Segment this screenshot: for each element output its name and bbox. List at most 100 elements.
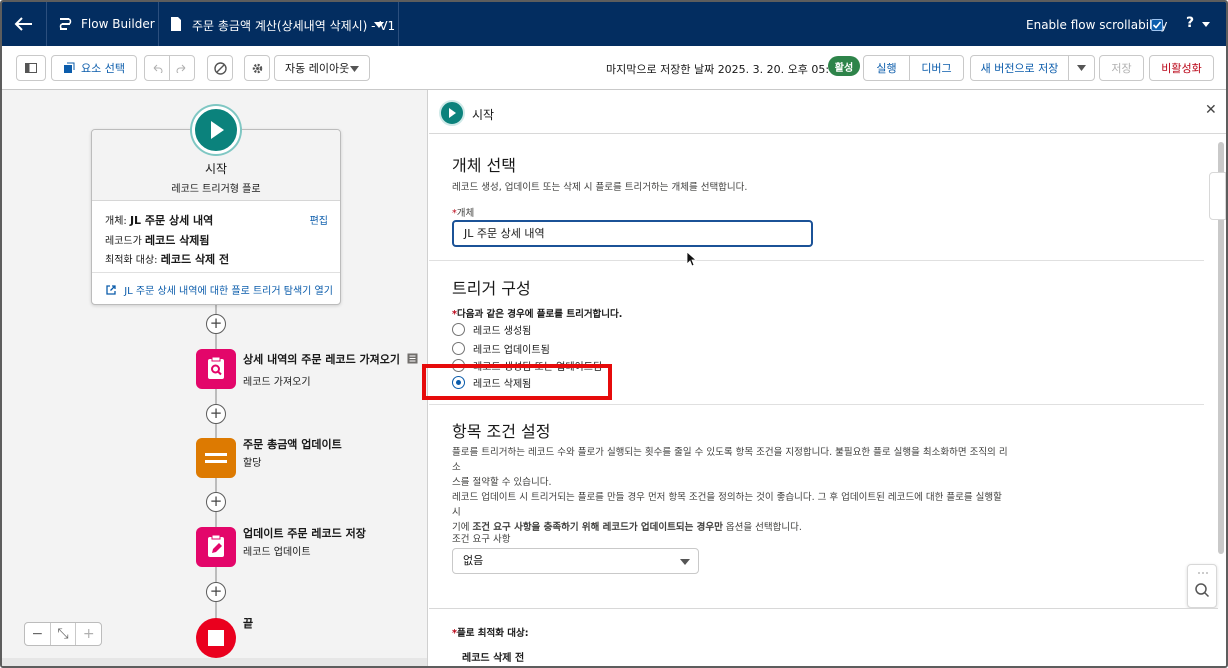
object-section-heading: 개체 선택 — [452, 156, 516, 175]
back-arrow-icon[interactable] — [12, 15, 34, 33]
check-icon — [1152, 21, 1162, 29]
update-records-node[interactable] — [196, 527, 236, 567]
description-icon — [407, 353, 418, 364]
redo-button[interactable] — [169, 55, 195, 81]
chevron-down-icon[interactable] — [374, 22, 384, 28]
node-title: 주문 총금액 업데이트 — [243, 438, 342, 451]
entry-section-description-2: 레코드 업데이트 시 트리거되는 플로를 만들 경우 먼저 항목 조건을 정의하… — [452, 490, 1012, 535]
highlight-box — [422, 364, 612, 400]
radio-record-created[interactable]: 레코드 생성됨 — [452, 322, 531, 337]
record-label: 레코드가 — [105, 236, 142, 247]
optimize-section: *플로 최적화 대상: 레코드 삭제 전 — [429, 608, 1218, 666]
debug-button[interactable]: 디버그 — [909, 55, 964, 81]
stop-icon — [208, 630, 224, 646]
trigger-section-heading: 트리거 구성 — [452, 279, 531, 298]
assignment-node-label: 주문 총금액 업데이트 할당 — [243, 436, 342, 469]
assignment-node[interactable] — [196, 438, 236, 478]
save-as-new-version-button[interactable]: 새 버전으로 저장 — [970, 55, 1069, 81]
zoom-out-button[interactable]: − — [25, 623, 51, 645]
play-icon — [449, 108, 456, 118]
start-card-subtitle: 레코드 트리거형 플로 — [171, 184, 261, 195]
app-name: Flow Builder — [81, 17, 155, 31]
optimize-label: *플로 최적화 대상: — [452, 628, 529, 639]
add-element-button[interactable]: + — [206, 314, 226, 334]
start-node-icon[interactable] — [192, 106, 240, 154]
node-type: 할당 — [243, 458, 262, 469]
fit-view-button[interactable]: ⤡ — [51, 623, 77, 645]
select-icon — [64, 62, 75, 73]
flow-icon — [59, 18, 72, 30]
get-records-node-label: 상세 내역의 주문 레코드 가져오기 레코드 가져오기 — [243, 351, 418, 388]
trigger-explorer-link[interactable]: JL 주문 상세 내역에 대한 플로 트리거 탐색기 열기 — [106, 282, 333, 297]
document-icon — [171, 17, 181, 31]
trigger-explorer-link-label: JL 주문 상세 내역에 대한 플로 트리거 탐색기 열기 — [124, 286, 333, 297]
settings-button[interactable] — [244, 55, 270, 81]
object-section-description: 레코드 생성, 업데이트 또는 삭제 시 플로를 트리거하는 개체를 선택합니다… — [452, 182, 748, 193]
edit-link[interactable]: 편집 — [310, 212, 328, 227]
panel-title: 시작 — [472, 108, 495, 122]
last-saved-text: 마지막으로 저장한 날짜 2025. 3. 20. 오후 05:07 — [606, 63, 844, 76]
external-link-icon — [106, 285, 116, 295]
trigger-question: *다음과 같은 경우에 플로를 트리거합니다. — [452, 309, 623, 320]
deactivate-button[interactable]: 비활성화 — [1149, 55, 1214, 81]
entry-section-heading: 항목 조건 설정 — [452, 422, 551, 441]
scrollability-label: Enable flow scrollability — [1026, 18, 1168, 32]
save-button[interactable]: 저장 — [1099, 55, 1144, 81]
radio-record-updated[interactable]: 레코드 업데이트됨 — [452, 341, 550, 356]
scrollability-checkbox[interactable] — [1151, 19, 1163, 31]
optimize-value: 레코드 삭제 전 — [160, 253, 230, 266]
search-panel-button[interactable] — [1187, 564, 1217, 608]
object-field-label: *개체 — [452, 208, 475, 219]
description-text: 옵션을 선택합니다. — [722, 522, 802, 533]
update-records-node-label: 업데이트 주문 레코드 저장 레코드 업데이트 — [243, 525, 366, 558]
header-divider — [398, 2, 399, 46]
node-type: 레코드 업데이트 — [243, 547, 311, 558]
app-window: Flow Builder 주문 총금액 계산(상세내역 삭제시) - V1 En… — [0, 0, 1228, 668]
zoom-in-button[interactable]: + — [76, 623, 101, 645]
radio-button[interactable] — [452, 323, 465, 336]
undo-button[interactable] — [144, 55, 170, 81]
start-optimize-row: 최적화 대상: 레코드 삭제 전 — [105, 251, 229, 267]
card-divider — [92, 272, 340, 273]
play-icon — [211, 121, 224, 139]
start-element-card[interactable]: 시작 레코드 트리거형 플로 개체: JL 주문 상세 내역 편집 레코드가 레… — [91, 129, 341, 305]
error-check-button[interactable] — [207, 55, 233, 81]
end-node[interactable] — [196, 618, 236, 658]
side-tab[interactable] — [1209, 172, 1226, 220]
description-line: 플로를 트리거하는 레코드 수와 플로가 실행되는 횟수를 줄일 수 있도록 항… — [452, 447, 1008, 473]
canvas-horizontal-scrollbar[interactable] — [2, 658, 427, 666]
assignment-icon — [196, 438, 236, 478]
block-icon — [213, 61, 227, 75]
app-header: Flow Builder 주문 총금액 계산(상세내역 삭제시) - V1 En… — [2, 2, 1226, 46]
add-element-button[interactable]: + — [206, 492, 226, 512]
condition-requirements-select[interactable]: 없음 — [452, 548, 699, 574]
select-elements-button[interactable]: 요소 선택 — [51, 55, 137, 81]
get-records-icon — [196, 349, 236, 389]
description-line: 스를 절약할 수 있습니다. — [452, 477, 552, 488]
condition-label: 조건 요구 사항 — [452, 534, 511, 545]
optimize-label-text: 플로 최적화 대상: — [456, 628, 529, 639]
run-button[interactable]: 실행 — [863, 55, 910, 81]
add-element-button[interactable]: + — [206, 582, 226, 602]
help-button[interactable]: ? — [1186, 15, 1194, 31]
layout-select[interactable]: 자동 레이아웃 — [274, 55, 370, 81]
close-icon[interactable]: ✕ — [1205, 102, 1217, 118]
gear-icon — [252, 63, 262, 73]
chevron-down-icon — [1077, 65, 1086, 71]
radio-button[interactable] — [452, 342, 465, 355]
add-element-button[interactable]: + — [206, 404, 226, 424]
chevron-down-icon — [350, 66, 359, 72]
object-input[interactable]: JL 주문 상세 내역 — [452, 220, 813, 247]
toggle-panel-button[interactable] — [16, 55, 46, 81]
section-divider — [429, 260, 1204, 261]
toolbar: 요소 선택 자동 레이아웃 마지막으로 저장한 날짜 2025. 3. 20. … — [2, 46, 1226, 90]
node-title: 상세 내역의 주문 레코드 가져오기 — [243, 353, 400, 366]
chevron-down-icon[interactable] — [1202, 22, 1210, 27]
node-title: 업데이트 주문 레코드 저장 — [243, 527, 366, 540]
end-label: 끝 — [243, 617, 254, 630]
flow-canvas[interactable]: 시작 레코드 트리거형 플로 개체: JL 주문 상세 내역 편집 레코드가 레… — [2, 90, 428, 666]
get-records-node[interactable] — [196, 349, 236, 389]
start-object-row: 개체: JL 주문 상세 내역 — [105, 212, 213, 228]
trigger-question-text: 다음과 같은 경우에 플로를 트리거합니다. — [456, 309, 623, 320]
save-options-menu[interactable] — [1068, 55, 1095, 81]
